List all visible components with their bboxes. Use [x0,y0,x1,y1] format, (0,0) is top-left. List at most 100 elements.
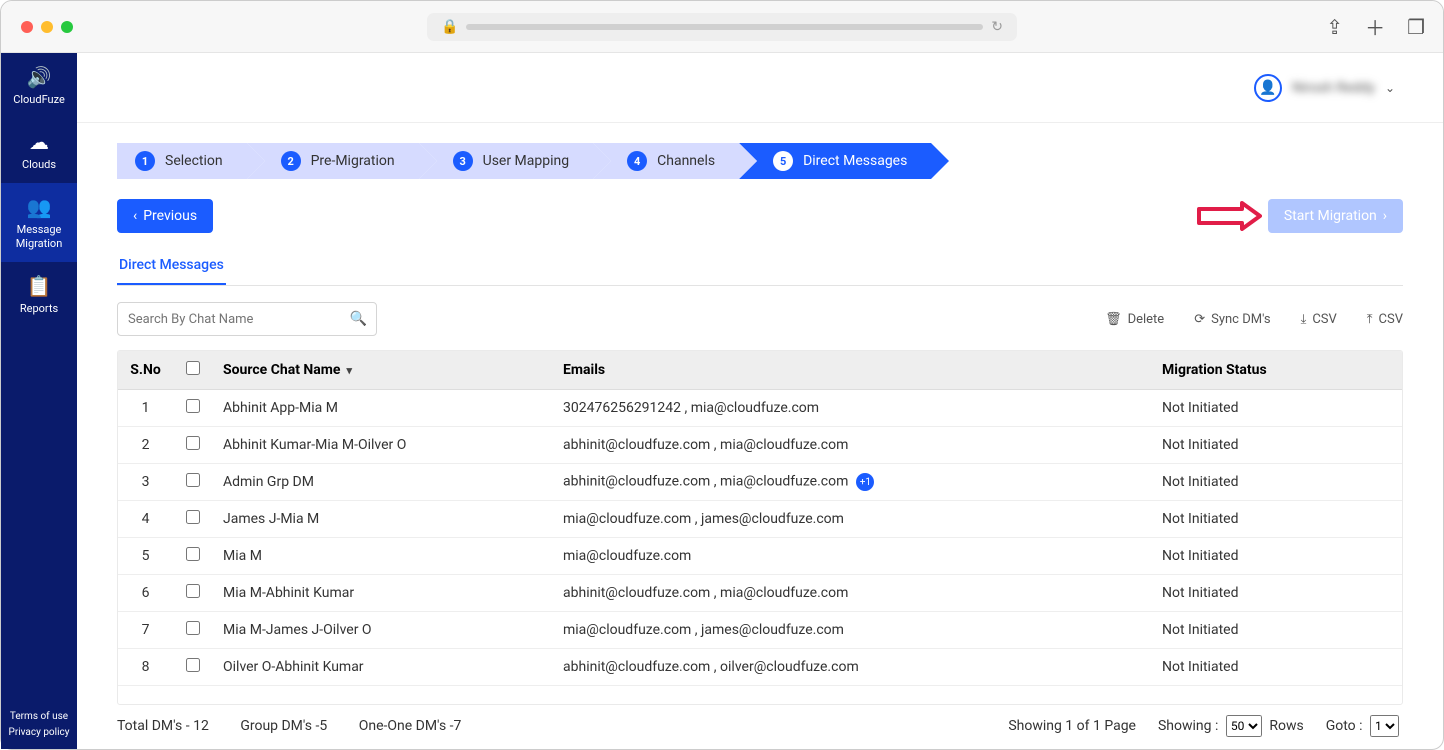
page-size-select[interactable]: 50 [1226,715,1262,737]
cell-name: Mia M-James J-Oilver O [213,612,553,649]
cell-name: James J-Mia M [213,501,553,538]
minimize-window-icon[interactable] [41,21,53,33]
search-input[interactable] [117,302,377,336]
table-row[interactable]: 5Mia Mmia@cloudfuze.comNot Initiated [118,538,1402,575]
table-row[interactable]: 8Oilver O-Abhinit Kumarabhinit@cloudfuze… [118,649,1402,686]
table-row[interactable]: 3Admin Grp DMabhinit@cloudfuze.com , mia… [118,464,1402,501]
cell-emails: abhinit@cloudfuze.com , mia@cloudfuze.co… [553,575,1152,612]
row-checkbox[interactable] [186,547,200,561]
cell-emails: mia@cloudfuze.com , james@cloudfuze.com [553,501,1152,538]
row-checkbox[interactable] [186,658,200,672]
trash-icon: 🗑 [1105,312,1122,327]
goto-control: Goto : 1 [1326,715,1403,737]
cell-status: Not Initiated [1152,575,1402,612]
cell-name: Abhinit App-Mia M [213,390,553,427]
search-icon: 🔍 [350,311,367,327]
page-size-control: Showing : 50 Rows [1158,715,1304,737]
sidebar-item-reports[interactable]: 📋 Reports [1,262,77,327]
callout-arrow-icon [1197,201,1262,231]
step-selection[interactable]: 1Selection [117,143,247,179]
tabs: Direct Messages [117,251,1403,286]
wizard-steps: 1Selection 2Pre-Migration 3User Mapping … [117,143,1403,179]
user-avatar-icon: 👤 [1254,74,1282,102]
row-checkbox[interactable] [186,473,200,487]
cell-name: Abhinit Kumar-Mia M-Oilver O [213,427,553,464]
search-box: 🔍 [117,302,377,336]
goto-select[interactable]: 1 [1370,715,1399,737]
group-dms: Group DM's -5 [240,718,327,734]
sync-button[interactable]: ⟳Sync DM's [1194,312,1270,327]
sidebar-brand[interactable]: 🔊 CloudFuze [1,53,77,118]
one-one-dms: One-One DM's -7 [359,718,462,734]
table-row[interactable]: 4James J-Mia Mmia@cloudfuze.com , james@… [118,501,1402,538]
cell-emails: abhinit@cloudfuze.com , oilver@cloudfuze… [553,649,1152,686]
header-status: Migration Status [1152,351,1402,390]
brand-label: CloudFuze [13,93,65,106]
sync-icon: ⟳ [1194,312,1205,327]
cell-status: Not Initiated [1152,390,1402,427]
csv-download-button[interactable]: ⤓CSV [1301,312,1337,327]
previous-button[interactable]: ‹ Previous [117,199,213,233]
cloud-icon: ☁ [29,130,49,154]
step-pre-migration[interactable]: 2Pre-Migration [247,143,419,179]
cell-status: Not Initiated [1152,501,1402,538]
cell-checkbox [173,501,213,538]
table-row[interactable]: 1Abhinit App-Mia M302476256291242 , mia@… [118,390,1402,427]
reload-icon[interactable]: ↻ [991,19,1003,35]
new-tab-icon[interactable]: ＋ [1365,12,1385,41]
cell-checkbox [173,464,213,501]
delete-button[interactable]: 🗑Delete [1105,312,1164,327]
row-checkbox[interactable] [186,621,200,635]
topbar: 👤 Nirosh Reddy ⌄ [77,53,1443,123]
total-dms: Total DM's - 12 [117,718,209,734]
cell-name: Oilver O-Abhinit Kumar [213,649,553,686]
cell-sno: 1 [118,390,173,427]
tabs-overview-icon[interactable]: ❐ [1407,12,1425,41]
csv-upload-button[interactable]: ⤒CSV [1367,312,1403,327]
privacy-link[interactable]: Privacy policy [9,725,70,741]
row-checkbox[interactable] [186,584,200,598]
sidebar-footer: Terms of use Privacy policy [5,701,74,749]
cell-name: Mia M [213,538,553,575]
cell-sno: 2 [118,427,173,464]
cell-name: Admin Grp DM [213,464,553,501]
cell-checkbox [173,427,213,464]
header-name[interactable]: Source Chat Name▾ [213,351,553,390]
select-all-checkbox[interactable] [186,361,200,375]
start-migration-button[interactable]: Start Migration › [1268,199,1403,233]
chevron-right-icon: › [1383,208,1387,224]
terms-link[interactable]: Terms of use [9,709,70,725]
sidebar-item-label: Reports [20,302,58,315]
step-channels[interactable]: 4Channels [593,143,739,179]
lock-icon: 🔒 [441,19,458,35]
maximize-window-icon[interactable] [61,21,73,33]
browser-toolbar: 🔒 ↻ ⇪ ＋ ❐ [1,1,1443,53]
close-window-icon[interactable] [21,21,33,33]
cell-status: Not Initiated [1152,427,1402,464]
download-icon: ⤓ [1301,312,1307,327]
step-user-mapping[interactable]: 3User Mapping [419,143,594,179]
row-checkbox[interactable] [186,399,200,413]
step-direct-messages[interactable]: 5Direct Messages [739,143,931,179]
filter-icon[interactable]: ▾ [346,364,352,377]
table-row[interactable]: 6 Mia M-Abhinit Kumarabhinit@cloudfuze.co… [118,575,1402,612]
tab-direct-messages[interactable]: Direct Messages [117,251,226,285]
cell-name: Mia M-Abhinit Kumar [213,575,553,612]
table-row[interactable]: 2Abhinit Kumar-Mia M-Oilver Oabhinit@clo… [118,427,1402,464]
address-bar[interactable]: 🔒 ↻ [427,13,1017,41]
table-row[interactable]: 7Mia M-James J-Oilver Omia@cloudfuze.com… [118,612,1402,649]
share-icon[interactable]: ⇪ [1326,12,1343,41]
header-checkbox [173,351,213,390]
chevron-left-icon: ‹ [133,208,137,224]
row-checkbox[interactable] [186,436,200,450]
sidebar-item-message-migration[interactable]: 👥 Message Migration [1,183,77,261]
sidebar-item-clouds[interactable]: ☁ Clouds [1,118,77,183]
row-checkbox[interactable] [186,510,200,524]
cell-emails: mia@cloudfuze.com [553,538,1152,575]
cell-status: Not Initiated [1152,612,1402,649]
cell-sno: 6 [118,575,173,612]
user-menu[interactable]: 👤 Nirosh Reddy ⌄ [1254,74,1395,102]
more-badge[interactable]: +1 [856,473,874,491]
cell-sno: 7 [118,612,173,649]
people-icon: 👥 [27,195,52,219]
